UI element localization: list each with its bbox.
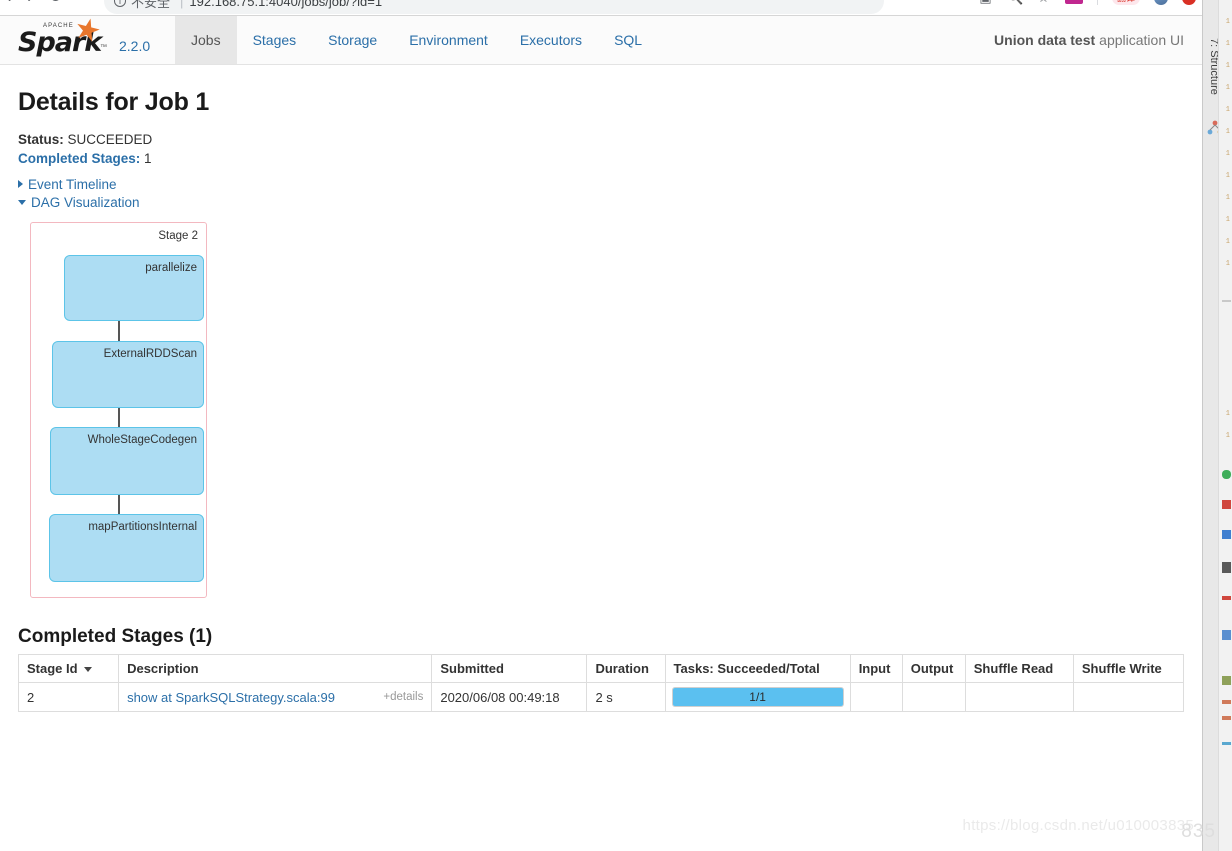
screencast-icon[interactable]: ▣	[978, 0, 993, 5]
dag-node-externalrddscan[interactable]: ExternalRDDScan	[52, 341, 204, 408]
column-header-shuffle-read[interactable]: Shuffle Read	[964, 654, 1074, 683]
tab-executors[interactable]: Executors	[504, 16, 598, 64]
column-header-output[interactable]: Output	[901, 654, 966, 683]
ide-right-panel: 7: Structure 1 1 1 1 1 1 1 1 1 1 1 1 1 1	[1181, 0, 1232, 851]
address-bar[interactable]: i 不安全 | 192.168.75.1:4040/jobs/job/?id=1	[104, 0, 884, 14]
dag-node-mappartitionsinternal[interactable]: mapPartitionsInternal	[49, 514, 204, 582]
dag-node-label: parallelize	[145, 262, 197, 274]
record-icon[interactable]	[1182, 0, 1196, 5]
column-header-shuffle-write[interactable]: Shuffle Write	[1072, 654, 1185, 683]
watermark-text: https://blog.csdn.net/u010003835	[962, 817, 1194, 834]
completed-stages-table: Stage Id Description Submitted Duration …	[17, 654, 1185, 712]
tasks-progress-bar: 1/1	[671, 687, 844, 707]
cell-duration: 2 s	[586, 682, 666, 712]
cell-shuffle-read	[964, 682, 1074, 712]
extension-rp-icon[interactable]: RP	[1064, 0, 1083, 4]
column-header-input[interactable]: Input	[849, 654, 903, 683]
cell-tasks: 1/1	[664, 682, 851, 712]
back-arrow-icon[interactable]: ‹	[6, 0, 11, 6]
dag-node-parallelize[interactable]: parallelize	[64, 255, 204, 321]
ide-marker-strip[interactable]: 1 1 1 1 1 1 1 1 1 1 1 1 1 1	[1218, 0, 1232, 851]
table-body: 2 show at SparkSQLStrategy.scala:99 +det…	[17, 682, 1185, 712]
column-header-duration[interactable]: Duration	[586, 654, 666, 683]
dag-visualization-toggle[interactable]: DAG Visualization	[18, 195, 140, 210]
tab-stages[interactable]: Stages	[237, 16, 313, 64]
column-header-description[interactable]: Description	[118, 654, 433, 683]
logo-tm-text: ™	[100, 44, 107, 51]
address-url: 192.168.75.1:4040/jobs/job/?id=1	[189, 0, 383, 9]
column-header-stage-id[interactable]: Stage Id	[17, 654, 120, 683]
completed-stages-label[interactable]: Completed Stages:	[18, 151, 140, 166]
cell-shuffle-write	[1072, 682, 1185, 712]
job-completed-stages-line: Completed Stages: 1	[18, 151, 152, 166]
profile-avatar-icon[interactable]	[1154, 0, 1168, 5]
column-header-submitted[interactable]: Submitted	[431, 654, 588, 683]
translate-pill-icon[interactable]: 翻译	[1111, 0, 1140, 5]
column-label: Stage Id	[27, 661, 78, 676]
browser-nav-buttons: ‹ › ↻	[6, 0, 62, 6]
job-status-value: SUCCEEDED	[67, 132, 153, 147]
cell-output	[901, 682, 966, 712]
application-name: Union data test	[994, 32, 1096, 48]
job-status-label: Status:	[18, 132, 64, 147]
event-timeline-toggle[interactable]: Event Timeline	[18, 177, 117, 192]
completed-stages-title: Completed Stages (1)	[18, 626, 213, 647]
spark-logo-icon: APACHE Spark ★ ™	[18, 11, 112, 58]
tab-environment[interactable]: Environment	[393, 16, 504, 64]
ide-marker-number: 835	[1181, 821, 1216, 842]
dag-node-label: ExternalRDDScan	[103, 348, 197, 360]
application-title: Union data test application UI	[994, 16, 1184, 64]
page-title: Details for Job 1	[18, 88, 210, 116]
table-row: 2 show at SparkSQLStrategy.scala:99 +det…	[17, 682, 1185, 712]
sort-descending-icon	[83, 667, 92, 673]
table-header-row: Stage Id Description Submitted Duration …	[17, 654, 1185, 683]
spark-navbar: APACHE Spark ★ ™ 2.2.0 Jobs Stages Stora…	[0, 11, 1202, 65]
chevron-right-icon	[18, 180, 23, 189]
tab-sql[interactable]: SQL	[598, 16, 658, 64]
tab-storage[interactable]: Storage	[312, 16, 393, 64]
table-head: Stage Id Description Submitted Duration …	[17, 654, 1185, 683]
spark-brand[interactable]: APACHE Spark ★ ™ 2.2.0	[18, 11, 151, 64]
navbar-tabs: Jobs Stages Storage Environment Executor…	[175, 16, 658, 64]
application-title-suffix: application UI	[1099, 32, 1184, 48]
reload-icon[interactable]: ↻	[49, 0, 62, 6]
bookmark-icon[interactable]: ☆	[1036, 0, 1051, 5]
toolbar-divider	[1096, 0, 1098, 5]
spark-version: 2.2.0	[119, 38, 151, 54]
cell-stage-id: 2	[17, 682, 120, 712]
dag-stage-label: Stage 2	[158, 230, 198, 242]
details-toggle[interactable]: +details	[383, 691, 423, 703]
cell-description: show at SparkSQLStrategy.scala:99 +detai…	[118, 682, 433, 712]
info-circle-icon[interactable]: i	[114, 0, 126, 7]
dag-node-label: WholeStageCodegen	[87, 434, 197, 446]
dag-visualization-label: DAG Visualization	[31, 195, 140, 210]
cell-input	[849, 682, 903, 712]
search-icon[interactable]: 🔍	[1007, 0, 1023, 5]
dag-visualization: Stage 2 parallelize ExternalRDDScan Whol…	[30, 222, 207, 598]
event-timeline-label: Event Timeline	[28, 177, 117, 192]
chevron-down-icon	[18, 199, 26, 205]
dag-node-label: mapPartitionsInternal	[88, 521, 197, 533]
browser-chrome: ‹ › ↻ i 不安全 | 192.168.75.1:4040/jobs/job…	[0, 0, 1202, 16]
browser-toolbar-icons: ▣ 🔍 ☆ RP 翻译	[978, 0, 1196, 5]
security-label: 不安全	[131, 0, 171, 10]
address-separator: |	[180, 0, 184, 9]
stage-description-link[interactable]: show at SparkSQLStrategy.scala:99	[127, 690, 335, 705]
page-content: Details for Job 1 Status: SUCCEEDED Comp…	[0, 66, 1202, 851]
tasks-progress-label: 1/1	[749, 690, 766, 704]
page-root: ‹ › ↻ i 不安全 | 192.168.75.1:4040/jobs/job…	[0, 0, 1232, 851]
cell-submitted: 2020/06/08 00:49:18	[431, 682, 588, 712]
tab-jobs[interactable]: Jobs	[175, 16, 237, 64]
forward-arrow-icon[interactable]: ›	[27, 0, 32, 6]
job-status-line: Status: SUCCEEDED	[18, 132, 152, 147]
column-header-tasks[interactable]: Tasks: Succeeded/Total	[664, 654, 851, 683]
dag-node-wholestagecodegen[interactable]: WholeStageCodegen	[50, 427, 204, 495]
completed-stages-value: 1	[144, 151, 152, 166]
